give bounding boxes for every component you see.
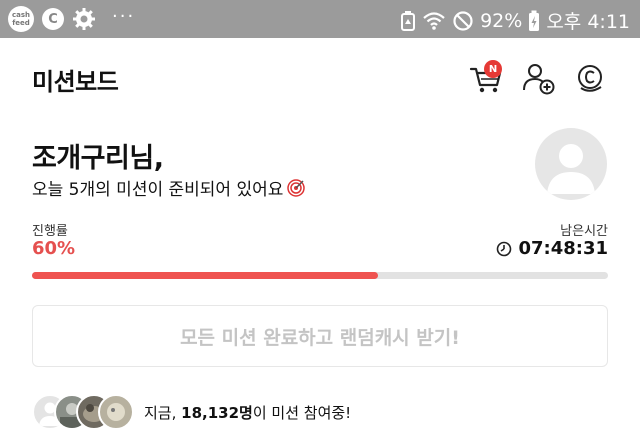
wifi-icon: [423, 11, 445, 30]
remaining-time-label: 남은시간: [560, 224, 608, 239]
participant-avatar: [98, 394, 134, 430]
remaining-time-value: 07:48:31: [518, 238, 608, 259]
participants-text: 지금, 18,132명이 미션 참여중!: [144, 402, 351, 423]
battery-charging-icon: [529, 10, 540, 31]
progress-value: 60%: [32, 238, 76, 259]
clock-time: 오후 4:11: [546, 11, 630, 33]
user-greeting: 조개구리님,: [32, 143, 164, 174]
participants-row: 지금, 18,132명이 미션 참여중!: [32, 392, 351, 432]
remaining-time: 07:48:31: [496, 238, 608, 259]
claim-random-cash-button[interactable]: 모든 미션 완료하고 랜덤캐시 받기!: [32, 305, 608, 367]
add-user-icon[interactable]: [520, 60, 556, 96]
coin-icon[interactable]: [573, 60, 609, 96]
page-title: 미션보드: [32, 68, 119, 96]
progress-bar: [32, 272, 608, 279]
participants-suffix: 이 미션 참여중!: [252, 403, 352, 422]
no-signal-icon: [453, 10, 473, 31]
participants-prefix: 지금,: [144, 403, 182, 422]
clock-icon: [497, 241, 512, 256]
status-bar-left: cash feed C ···: [8, 6, 135, 32]
battery-percent: 92%: [480, 9, 523, 32]
cart-new-badge: N: [484, 60, 502, 78]
target-icon: [287, 178, 306, 197]
gear-icon: [73, 8, 95, 30]
mission-summary: 오늘 5개의 미션이 준비되어 있어요: [32, 175, 306, 200]
progress-bar-fill: [32, 272, 378, 279]
default-avatar-icon: [547, 144, 595, 194]
status-bar: cash feed C ··· 92% 오후 4:11: [0, 0, 640, 38]
c-coin-icon: C: [42, 8, 64, 30]
app-header: 미션보드 N: [0, 38, 640, 120]
status-bar-right: 92% 오후 4:11: [400, 7, 630, 34]
mission-summary-text: 오늘 5개의 미션이 준비되어 있어요: [32, 180, 284, 200]
profile-avatar[interactable]: [535, 128, 607, 200]
overflow-dots-icon: ···: [112, 5, 136, 27]
cashfeed-icon: cash feed: [8, 6, 34, 32]
recycle-battery-icon: [401, 10, 416, 31]
progress-label: 진행률: [32, 224, 68, 239]
participant-count: 18,132명: [181, 403, 253, 422]
